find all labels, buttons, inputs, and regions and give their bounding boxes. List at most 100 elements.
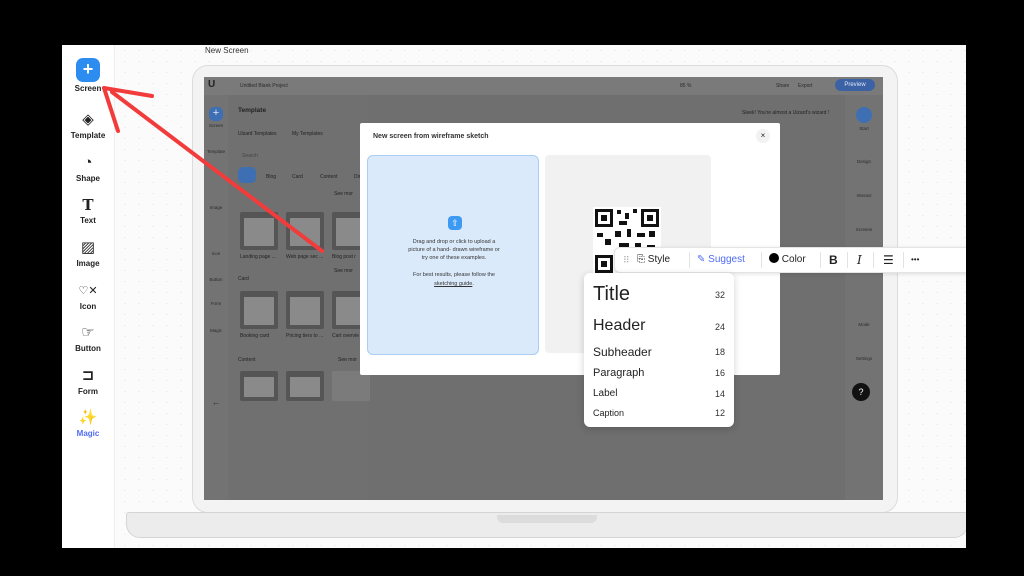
tab-my-templates[interactable]: My Templates — [292, 131, 323, 137]
template-thumb[interactable] — [286, 371, 324, 401]
inner-label: Image — [209, 205, 223, 210]
drag-handle-icon[interactable]: ⠿ — [623, 248, 630, 272]
toolbar-template[interactable]: ◈ Template — [62, 111, 114, 140]
template-thumb-label: Landing page ... — [240, 254, 276, 260]
modal-title: New screen from wireframe sketch — [373, 133, 489, 140]
template-thumb[interactable] — [332, 371, 370, 401]
pointer-icon: ☞ — [81, 324, 95, 341]
back-arrow-icon[interactable]: ← — [204, 397, 228, 407]
toolbar-label: Text — [80, 216, 96, 225]
type-option-size: 16 — [714, 368, 725, 378]
toolbar-magic[interactable]: ✨ Magic — [62, 409, 114, 438]
filter-chip[interactable]: Card — [292, 174, 303, 180]
toolbar-form[interactable]: ⊐ Form — [62, 367, 114, 396]
see-more-link[interactable]: See mor — [334, 191, 353, 197]
suggest-label: Suggest — [708, 254, 745, 265]
rail-label[interactable]: Start — [845, 126, 883, 131]
toolbar-image[interactable]: ▨ Image — [62, 239, 114, 268]
share-button[interactable]: Share — [776, 83, 789, 89]
align-left-icon[interactable]: ☰ — [883, 248, 894, 272]
style-icon: ⎘ — [637, 254, 645, 265]
see-more-link[interactable]: See mor — [334, 268, 353, 274]
text-icon: T — [82, 196, 94, 214]
type-option-caption[interactable]: Caption 12 — [593, 408, 725, 418]
dropzone-hint: For best results, please follow the — [413, 272, 495, 278]
more-options-button[interactable]: ••• — [911, 248, 919, 272]
template-thumb-label: Cart overvie — [332, 333, 359, 339]
template-search-input[interactable]: Search — [242, 153, 258, 159]
screen-name-label[interactable]: New Screen — [205, 46, 249, 55]
dropzone-text: picture of a hand- drawn wireframe or — [408, 247, 500, 253]
template-thumb-label: Web page sec ... — [286, 254, 324, 260]
toolbar-text[interactable]: T Text — [62, 196, 114, 225]
avatar[interactable] — [856, 107, 872, 123]
inner-label: Screen — [208, 123, 224, 128]
section-content-heading: Content — [238, 357, 256, 363]
rail-label[interactable]: Settings — [845, 356, 883, 361]
type-option-size: 32 — [714, 290, 725, 300]
type-option-header[interactable]: Header 24 — [593, 317, 725, 335]
toolbar-label: Form — [78, 387, 98, 396]
close-icon[interactable]: × — [756, 129, 770, 143]
bold-button[interactable]: B — [829, 248, 838, 272]
type-option-label[interactable]: Label 14 — [593, 388, 725, 399]
template-thumb[interactable] — [240, 212, 278, 250]
shapes-icon: ◔ — [83, 154, 93, 171]
template-panel: Template Uizard Templates My Templates S… — [228, 95, 370, 500]
rail-label[interactable]: Interact — [845, 193, 883, 198]
dropzone-text: try one of these examples. — [421, 255, 487, 261]
inner-label: Form — [210, 301, 222, 306]
template-thumb[interactable] — [286, 212, 324, 250]
template-thumb-label: Pricing tiers to ... — [286, 333, 324, 339]
icon-grid-icon: ♡✕ — [78, 285, 98, 297]
template-thumb[interactable] — [240, 291, 278, 329]
toolbar-shape[interactable]: ◔ Shape — [62, 154, 114, 183]
toolbar-icon[interactable]: ♡✕ Icon — [62, 282, 114, 311]
filter-chip[interactable]: Blog — [266, 174, 276, 180]
upload-dropzone[interactable]: ⇧ Drag and drop or click to upload a pic… — [367, 155, 539, 355]
toolbar-screen[interactable]: + Screen — [62, 58, 114, 93]
inner-label: Icon — [211, 251, 221, 256]
template-thumb-label: Blog post r — [332, 254, 356, 260]
filter-toggle[interactable] — [238, 167, 256, 183]
suggest-button[interactable]: ✎ Suggest — [697, 248, 745, 272]
rail-label[interactable]: Design — [845, 159, 883, 164]
color-button[interactable]: Color — [769, 248, 806, 272]
plus-icon: + — [76, 58, 100, 82]
app-canvas: + Screen ◈ Template ◔ Shape T Text ▨ Ima… — [62, 45, 966, 548]
tab-uizard-templates[interactable]: Uizard Templates — [238, 131, 277, 137]
left-toolbar: + Screen ◈ Template ◔ Shape T Text ▨ Ima… — [62, 45, 115, 548]
right-rail: Start Design Interact Screens Mode Setti… — [845, 95, 883, 500]
project-title[interactable]: Untitled Blank Project — [240, 83, 288, 89]
export-button[interactable]: Export — [798, 83, 812, 89]
plus-icon[interactable]: + — [209, 107, 223, 121]
preview-button[interactable]: Preview — [835, 79, 875, 91]
image-icon: ▨ — [80, 239, 96, 256]
toolbar-label: Icon — [79, 302, 97, 311]
text-format-toolbar: ⠿ ⎘ Style ✎ Suggest Color B I ☰ ••• — [614, 247, 966, 273]
help-icon[interactable]: ? — [852, 383, 870, 401]
template-thumb-label: Booking card — [240, 333, 270, 339]
wizard-banner: Sleek! You're almost a Uizard's wizard ! — [742, 110, 830, 116]
inner-topbar: U Untitled Blank Project 85 % Share Expo… — [204, 77, 883, 95]
filter-chip[interactable]: Content — [320, 174, 338, 180]
template-thumb[interactable] — [240, 371, 278, 401]
magic-wand-icon: ✨ — [78, 409, 98, 426]
template-thumb[interactable] — [286, 291, 324, 329]
type-option-paragraph[interactable]: Paragraph 16 — [593, 367, 725, 379]
zoom-level[interactable]: 85 % — [680, 83, 691, 89]
italic-button[interactable]: I — [857, 248, 862, 272]
toolbar-label: Magic — [76, 429, 100, 438]
toolbar-button[interactable]: ☞ Button — [62, 324, 114, 353]
see-more-link[interactable]: See mor — [338, 357, 357, 363]
style-button[interactable]: ⎘ Style — [637, 248, 670, 272]
sketching-guide-link[interactable]: sketching guide — [434, 281, 472, 287]
type-option-size: 24 — [714, 322, 725, 332]
type-option-title[interactable]: Title 32 — [593, 283, 725, 306]
magic-wand-icon: ✎ — [697, 254, 706, 265]
rail-label[interactable]: Screens — [845, 227, 883, 232]
toolbar-label: Shape — [75, 174, 100, 183]
rail-label[interactable]: Mode — [845, 322, 883, 327]
type-option-subheader[interactable]: Subheader 18 — [593, 345, 725, 359]
inner-left-toolbar: + Screen Template Image Icon Button Form… — [204, 95, 228, 500]
